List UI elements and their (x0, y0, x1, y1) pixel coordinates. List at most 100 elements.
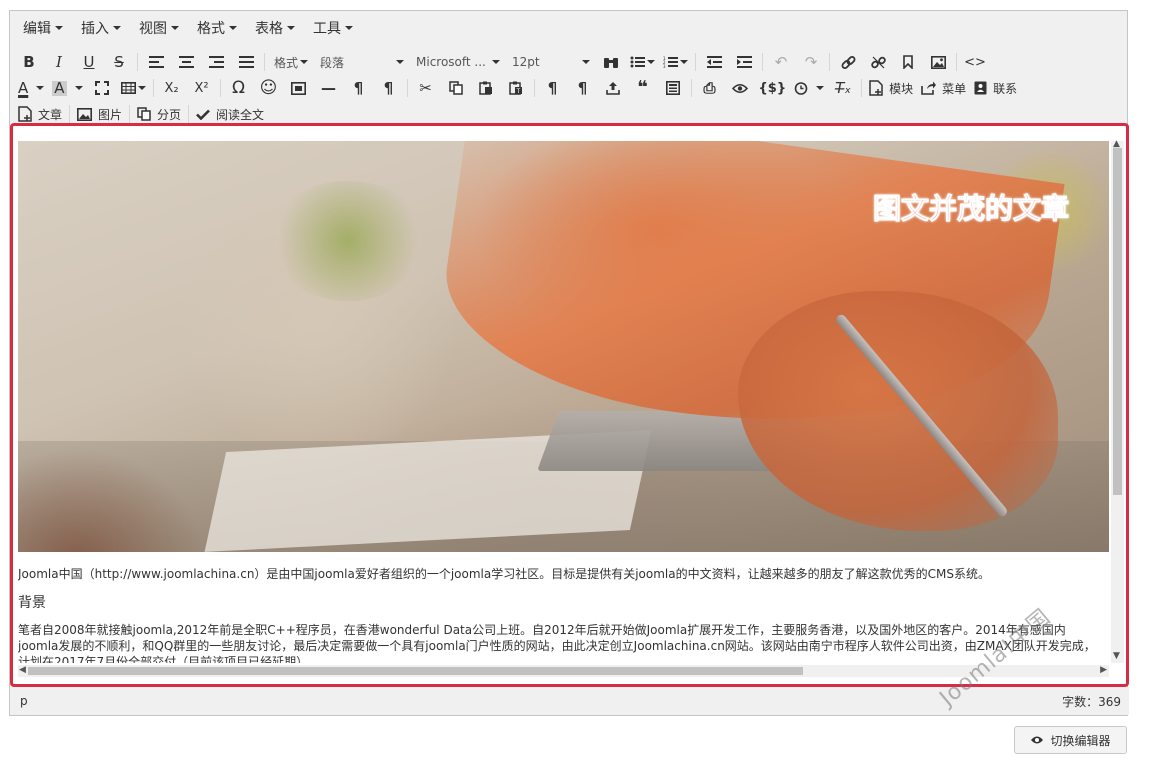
redo-button[interactable]: ↷ (796, 50, 826, 74)
outdent-button[interactable] (699, 50, 729, 74)
menu-tools[interactable]: 工具 (304, 11, 362, 45)
separator (152, 79, 154, 97)
subscript-icon: X₂ (164, 80, 179, 96)
superscript-icon: X² (194, 80, 209, 96)
paste-icon (478, 81, 492, 95)
horizontal-rule-button[interactable]: — (314, 76, 344, 100)
scroll-down-icon[interactable]: ▼ (1113, 652, 1120, 661)
contact-button[interactable]: 联系 (970, 76, 1021, 100)
separator (69, 105, 71, 123)
clock-icon (794, 82, 808, 95)
clear-formatting-button[interactable]: T̶ₓ (828, 76, 858, 100)
align-left-icon (148, 56, 164, 68)
align-right-button[interactable] (201, 50, 231, 74)
menu-format[interactable]: 格式 (188, 11, 246, 45)
align-center-button[interactable] (171, 50, 201, 74)
separator (533, 79, 535, 97)
toolbar-row-1: B I U S 格式 段落 Microsoft ... 12pt 123 ↶ ↷ (14, 49, 990, 75)
align-justify-button[interactable] (231, 50, 261, 74)
find-replace-button[interactable] (596, 50, 626, 74)
paste-button[interactable] (471, 76, 501, 100)
ltr-button[interactable]: ¶ (344, 76, 374, 100)
menu-edit[interactable]: 编辑 (14, 11, 72, 45)
chevron-down-icon (680, 60, 688, 64)
italic-button[interactable]: I (44, 50, 74, 74)
insert-datetime-button[interactable] (790, 76, 828, 100)
fullscreen-button[interactable] (87, 76, 117, 100)
bold-button[interactable]: B (14, 50, 44, 74)
module-label: 模块 (889, 81, 914, 96)
separator (956, 53, 957, 71)
template-button[interactable] (658, 76, 688, 100)
insert-break-button[interactable] (598, 76, 628, 100)
print-icon: ⎙ (703, 78, 716, 97)
scroll-left-icon[interactable]: ◀ (19, 666, 26, 675)
element-path[interactable]: p (20, 694, 28, 708)
text-color-button[interactable]: A (14, 76, 48, 100)
paste-text-button[interactable]: T (501, 76, 531, 100)
emoticons-button[interactable]: ☺ (254, 76, 284, 100)
copy-button[interactable] (441, 76, 471, 100)
numbered-list-button[interactable]: 123 (659, 50, 692, 74)
source-code-button[interactable]: <> (960, 50, 990, 74)
code-sample-button[interactable]: {$} (755, 76, 791, 100)
font-size-select[interactable]: 12pt (506, 50, 596, 74)
menu-table[interactable]: 表格 (246, 11, 304, 45)
separator (137, 53, 138, 71)
media-button[interactable] (284, 76, 314, 100)
font-family-select[interactable]: Microsoft ... (410, 50, 506, 74)
menu-link-button[interactable]: 菜单 (917, 76, 970, 100)
contact-label: 联系 (993, 81, 1018, 96)
vertical-scrollbar[interactable]: ▲ ▼ (1111, 140, 1124, 663)
menu-view[interactable]: 视图 (130, 11, 188, 45)
remove-link-button[interactable] (863, 50, 893, 74)
undo-button[interactable]: ↶ (766, 50, 796, 74)
hero-title: 图文并茂的文章 (872, 192, 1069, 226)
image-icon (77, 107, 93, 121)
toggle-editor-label: 切换编辑器 (1050, 733, 1111, 748)
menu-insert[interactable]: 插入 (72, 11, 130, 45)
editor-content[interactable]: 图文并茂的文章 Joomla中国（http://www.joomlachina.… (18, 141, 1109, 663)
font-family-value: Microsoft ... (416, 55, 486, 69)
hero-image[interactable]: 图文并茂的文章 (18, 141, 1109, 552)
strikethrough-button[interactable]: S (104, 50, 134, 74)
underline-button[interactable]: U (74, 50, 104, 74)
ltr-icon: ¶ (353, 78, 364, 97)
insert-link-button[interactable] (833, 50, 863, 74)
show-blocks-button[interactable]: ¶ (538, 76, 568, 100)
toolbar-row-2: A A X₂ X² Ω ☺ — ¶ ¶ ✂ T ¶ ¶ ❝ ⎙ {$} T̶ₓ … (14, 75, 1021, 101)
bullet-list-button[interactable] (626, 50, 659, 74)
cut-button[interactable]: ✂ (411, 76, 441, 100)
omega-icon: Ω (232, 77, 246, 98)
subscript-button[interactable]: X₂ (157, 76, 187, 100)
indent-icon (736, 56, 752, 68)
vertical-scroll-thumb[interactable] (1113, 148, 1122, 495)
scroll-right-icon[interactable]: ▶ (1100, 666, 1107, 675)
special-character-button[interactable]: Ω (224, 76, 254, 100)
horizontal-scroll-thumb[interactable] (28, 667, 803, 675)
numbered-list-icon: 123 (663, 56, 678, 68)
rtl-button[interactable]: ¶ (374, 76, 404, 100)
background-color-button[interactable]: A (48, 76, 86, 100)
eye-icon (1031, 736, 1044, 744)
upload-icon (605, 82, 620, 95)
preview-button[interactable] (725, 76, 755, 100)
anchor-button[interactable] (893, 50, 923, 74)
chevron-down-icon (36, 86, 45, 90)
binoculars-icon (604, 58, 618, 68)
menu-format-label: 格式 (197, 21, 225, 37)
blockquote-button[interactable]: ❝ (628, 76, 658, 100)
table-button[interactable] (117, 76, 150, 100)
insert-image-button[interactable] (923, 50, 953, 74)
module-button[interactable]: 模块 (865, 76, 917, 100)
chevron-down-icon (396, 60, 404, 64)
block-format-select[interactable]: 段落 (314, 50, 410, 74)
indent-button[interactable] (729, 50, 759, 74)
visual-chars-button[interactable]: ¶ (568, 76, 598, 100)
print-button[interactable]: ⎙ (695, 76, 725, 100)
format-dropdown[interactable]: 格式 (268, 50, 314, 74)
block-format-value: 段落 (320, 55, 345, 70)
superscript-button[interactable]: X² (187, 76, 217, 100)
align-left-button[interactable] (141, 50, 171, 74)
toggle-editor-button[interactable]: 切换编辑器 (1014, 726, 1127, 754)
